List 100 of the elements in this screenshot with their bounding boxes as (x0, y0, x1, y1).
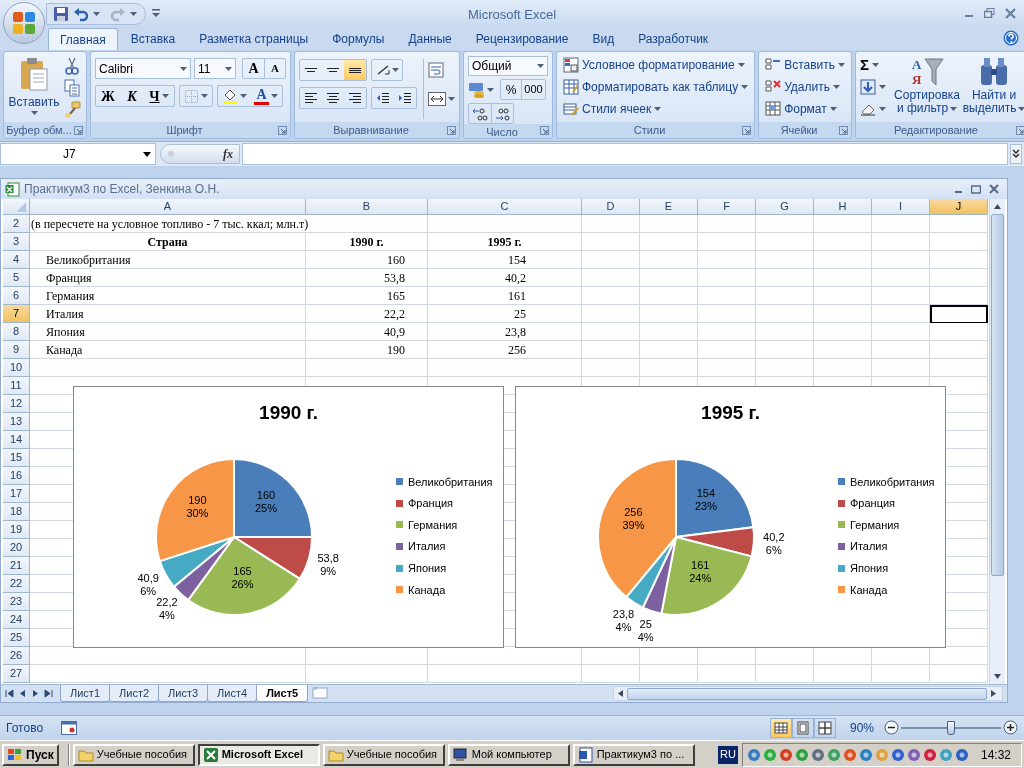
tray-icon[interactable] (778, 747, 793, 762)
row-header[interactable]: 11 (3, 377, 30, 395)
help-icon[interactable] (1003, 30, 1019, 46)
row-header[interactable]: 9 (3, 341, 30, 359)
autosum-button[interactable]: Σ (860, 55, 890, 74)
dialog-launcher-icon[interactable] (74, 126, 83, 135)
row-header[interactable]: 17 (3, 485, 30, 503)
previous-sheet-icon[interactable] (18, 689, 27, 698)
row-header[interactable]: 23 (3, 593, 30, 611)
sheet-tab[interactable]: Лист2 (109, 685, 160, 702)
row-header[interactable]: 3 (3, 233, 30, 251)
taskbar-button[interactable]: Учебные пособия (322, 743, 445, 766)
row-header[interactable]: 7 (3, 305, 30, 323)
start-button[interactable]: Пуск (2, 743, 59, 766)
column-header[interactable]: E (640, 199, 698, 214)
row-header[interactable]: 14 (3, 431, 30, 449)
cells-menu-button[interactable]: Формат (765, 99, 837, 118)
column-header[interactable]: H (814, 199, 872, 214)
ribbon-tab[interactable]: Вид (581, 28, 626, 50)
row-header[interactable]: 15 (3, 449, 30, 467)
sort-filter-button[interactable]: А Я Сортировка и фильтр (894, 55, 960, 118)
styles-menu-button[interactable]: Стили ячеек (563, 99, 662, 118)
tray-icon[interactable] (906, 747, 921, 762)
horizontal-scrollbar[interactable] (613, 686, 1003, 701)
tray-icon[interactable] (858, 747, 873, 762)
tray-icon[interactable] (922, 747, 937, 762)
dialog-launcher-icon[interactable] (742, 126, 752, 135)
column-header[interactable]: J (930, 199, 988, 214)
undo-icon[interactable] (73, 5, 89, 22)
view-button[interactable] (769, 717, 792, 738)
underline-button[interactable]: Ч (144, 86, 174, 106)
view-button[interactable] (813, 717, 836, 738)
copy-icon[interactable] (64, 79, 80, 97)
ribbon-tab[interactable]: Формулы (321, 28, 396, 50)
bold-button[interactable]: Ж (96, 86, 120, 106)
zoom-in-icon[interactable] (1003, 720, 1018, 735)
close-icon[interactable] (1005, 7, 1016, 19)
customize-toolbar-icon[interactable] (152, 8, 160, 18)
wrap-text-icon[interactable] (428, 62, 446, 78)
restore-icon[interactable] (984, 8, 995, 18)
row-header[interactable]: 5 (3, 269, 30, 287)
next-sheet-icon[interactable] (31, 689, 40, 698)
decrease-decimal-button[interactable] (491, 104, 513, 123)
taskbar-button[interactable]: Практикум3 по ... (572, 743, 695, 766)
percent-button[interactable]: % (501, 80, 521, 99)
table-cell[interactable] (930, 305, 988, 323)
styles-menu-button[interactable]: Форматировать как таблицу (563, 77, 749, 96)
column-header[interactable]: F (698, 199, 756, 214)
sheet-tab[interactable]: Лист4 (207, 685, 258, 702)
tray-icon[interactable] (954, 747, 969, 762)
row-header[interactable]: 19 (3, 521, 30, 539)
ribbon-tab[interactable]: Главная (48, 28, 118, 50)
number-format-field[interactable]: Общий (468, 56, 548, 76)
ribbon-tab[interactable]: Вставка (119, 28, 187, 50)
ribbon-tab[interactable]: Разработчик (627, 28, 720, 50)
cells-menu-button[interactable]: Удалить (765, 77, 840, 96)
tray-icon[interactable] (746, 747, 761, 762)
dialog-launcher-icon[interactable] (1016, 126, 1024, 135)
slider-thumb[interactable] (947, 720, 955, 735)
tray-icon[interactable] (890, 747, 905, 762)
vertical-scrollbar[interactable] (989, 199, 1005, 684)
save-icon[interactable] (53, 5, 69, 22)
row-header[interactable]: 25 (3, 629, 30, 647)
font-name-field[interactable]: Calibri (95, 58, 191, 79)
orientation-button[interactable] (371, 59, 403, 81)
cut-icon[interactable] (64, 57, 80, 75)
dialog-launcher-icon[interactable] (540, 126, 549, 135)
row-header[interactable]: 13 (3, 413, 30, 431)
row-header[interactable]: 24 (3, 611, 30, 629)
first-sheet-icon[interactable] (5, 689, 14, 698)
row-header[interactable]: 8 (3, 323, 30, 341)
zoom-slider[interactable] (901, 719, 1001, 736)
dialog-launcher-icon[interactable] (278, 126, 287, 135)
column-header[interactable]: D (582, 199, 640, 214)
styles-menu-button[interactable]: Условное форматирование (563, 55, 745, 74)
office-button[interactable] (3, 2, 45, 44)
row-header[interactable]: 22 (3, 575, 30, 593)
row-header[interactable]: 4 (3, 251, 30, 269)
row-header[interactable]: 10 (3, 359, 30, 377)
restore-icon[interactable] (971, 184, 981, 194)
row-header[interactable]: 2 (3, 215, 30, 233)
close-icon[interactable] (989, 184, 999, 194)
row-header[interactable]: 27 (3, 665, 30, 683)
sheet-tab[interactable]: Лист3 (158, 685, 209, 702)
expand-icon[interactable] (1010, 144, 1022, 164)
taskbar-button[interactable]: Microsoft Excel (197, 743, 320, 766)
column-header[interactable]: G (756, 199, 814, 214)
row-header[interactable]: 6 (3, 287, 30, 305)
name-box[interactable]: J7 (0, 143, 156, 165)
view-button[interactable] (791, 717, 814, 738)
dialog-launcher-icon[interactable] (447, 126, 456, 135)
zoom-level[interactable]: 90% (849, 718, 874, 737)
grow-font-button[interactable]: A (243, 59, 264, 78)
row-header[interactable]: 20 (3, 539, 30, 557)
ribbon-tab[interactable]: Разметка страницы (188, 28, 320, 50)
row-header[interactable]: 21 (3, 557, 30, 575)
sheet-tab[interactable]: Лист5 (256, 685, 309, 702)
last-sheet-icon[interactable] (44, 689, 53, 698)
tray-icon[interactable] (810, 747, 825, 762)
language-indicator[interactable]: RU (718, 745, 738, 764)
